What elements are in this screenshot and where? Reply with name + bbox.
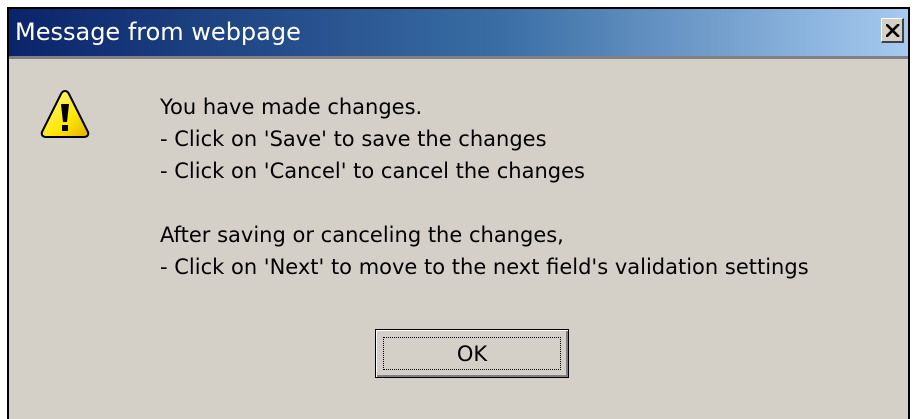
dialog-titlebar[interactable]: Message from webpage: [9, 9, 908, 56]
warning-icon: [40, 89, 90, 138]
message-line: - Click on 'Next' to move to the next fi…: [160, 255, 809, 279]
message-dialog: Message from webpage You have made chang…: [7, 7, 910, 419]
message-line: - Click on 'Save' to save the changes: [160, 127, 547, 151]
message-line-blank: [160, 187, 809, 219]
message-line: You have made changes.: [160, 95, 423, 119]
titlebar-divider: [9, 56, 908, 59]
ok-button-label: OK: [456, 342, 488, 366]
dialog-message: You have made changes. - Click on 'Save'…: [160, 91, 809, 283]
ok-button[interactable]: OK: [375, 329, 569, 378]
close-icon: [886, 24, 900, 37]
message-line: - Click on 'Cancel' to cancel the change…: [160, 159, 585, 183]
dialog-title: Message from webpage: [15, 18, 301, 46]
close-button[interactable]: [881, 18, 904, 43]
message-line: After saving or canceling the changes,: [160, 223, 564, 247]
